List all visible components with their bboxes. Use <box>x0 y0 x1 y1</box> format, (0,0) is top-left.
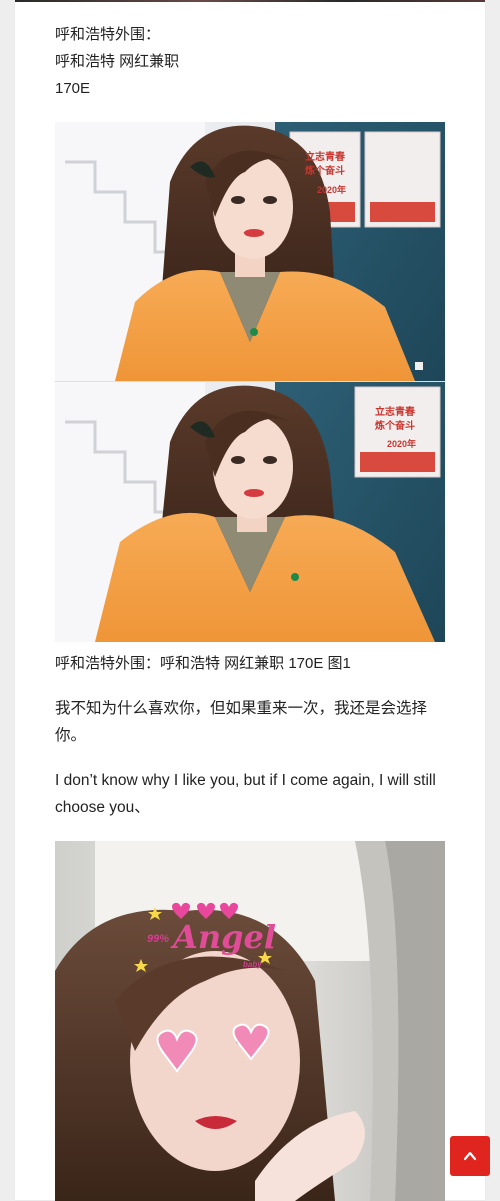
poster-text: 炼个奋斗 <box>375 421 415 432</box>
photo-caption: 呼和浩特外围：呼和浩特 网红兼职 170E 图1 <box>55 655 351 672</box>
paragraph-chinese: 我不知为什么喜欢你，但如果重来一次，我还是会选择你。 <box>55 700 428 744</box>
post-info: 呼和浩特外围： 呼和浩特 网红兼职 170E <box>55 21 445 102</box>
chevron-up-icon <box>463 1151 477 1161</box>
profile-photo[interactable]: 立志青春 炼个奋斗 2020年 立志青春 炼个奋斗 2020年 <box>55 122 445 642</box>
profile-photo-image <box>55 122 445 642</box>
angel-selfie-image <box>55 841 445 1201</box>
poster-text: 立志青春 <box>305 152 345 163</box>
angel-selfie-photo[interactable]: 99% Angel baby <box>55 841 445 1201</box>
poster-text: 立志青春 <box>375 407 415 418</box>
article-card: 呼和浩特外围： 呼和浩特 网红兼职 170E 立志青春 炼个奋斗 2020年 立… <box>15 2 485 1201</box>
sticker-title: Angel <box>173 918 276 956</box>
price-line: 170E <box>55 80 91 97</box>
sticker-small: baby <box>243 960 262 969</box>
poster-year: 2020年 <box>317 185 347 195</box>
paragraph-english: I don’t know why I like you, but if I co… <box>55 772 436 816</box>
tag-line: 呼和浩特 网红兼职 <box>55 53 180 70</box>
location-line: 呼和浩特外围： <box>55 26 161 43</box>
sticker-prefix: 99% <box>147 933 170 945</box>
scroll-to-top-button[interactable] <box>450 1136 490 1176</box>
article-content: 呼和浩特外围： 呼和浩特 网红兼职 170E 立志青春 炼个奋斗 2020年 立… <box>55 2 445 1201</box>
poster-text: 炼个奋斗 <box>305 166 345 177</box>
poster-year: 2020年 <box>387 439 417 449</box>
